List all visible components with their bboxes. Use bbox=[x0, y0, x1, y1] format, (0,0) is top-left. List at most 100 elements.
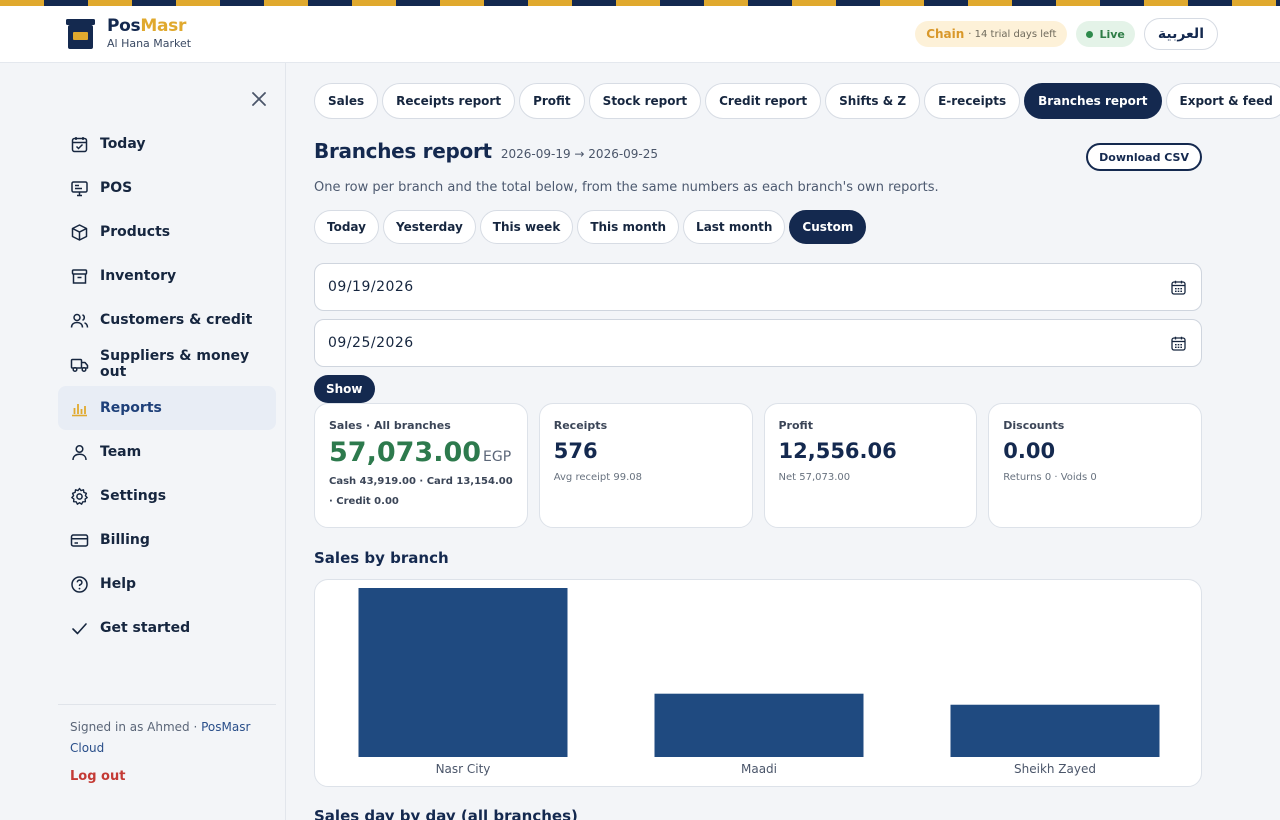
profit-card: Profit 12,556.06 Net 57,073.00 bbox=[763, 403, 978, 528]
sidebar-item-label: Settings bbox=[100, 488, 167, 504]
tab-profit[interactable]: Profit bbox=[519, 83, 585, 119]
tab-e-receipts[interactable]: E-receipts bbox=[924, 83, 1021, 119]
language-toggle-button[interactable]: العربية bbox=[1143, 18, 1218, 50]
tab-credit-report[interactable]: Credit report bbox=[705, 83, 822, 119]
net-text: Net 57,073.00 bbox=[778, 472, 851, 483]
live-status-badge: Live bbox=[1076, 21, 1135, 47]
user-icon bbox=[72, 444, 87, 460]
truck-icon bbox=[70, 358, 89, 372]
payment-breakdown: Cash 43,919.00 · Card 13,154.00 · Credit… bbox=[329, 476, 513, 507]
sidebar-item-billing[interactable]: Billing bbox=[58, 518, 276, 562]
calendar-icon[interactable] bbox=[1171, 336, 1186, 351]
sidebar-item-inventory[interactable]: Inventory bbox=[58, 254, 276, 298]
date-to-input[interactable]: 09/25/2026 bbox=[314, 319, 1202, 367]
card-label: Sales · All branches bbox=[329, 419, 451, 432]
show-button[interactable]: Show bbox=[314, 375, 375, 403]
period-yesterday[interactable]: Yesterday bbox=[382, 210, 476, 244]
period-this-week[interactable]: This week bbox=[479, 210, 574, 244]
tab-shifts-and-z[interactable]: Shifts & Z bbox=[825, 83, 921, 119]
plan-badge: Chain · 14 trial days left bbox=[915, 21, 1068, 47]
sidebar-item-reports[interactable]: Reports bbox=[58, 386, 276, 430]
status-dot-icon bbox=[1086, 30, 1094, 38]
tab-branches-report[interactable]: Branches report bbox=[1024, 83, 1162, 119]
sidebar-item-label: Help bbox=[100, 576, 137, 592]
date-to-value: 09/25/2026 bbox=[328, 335, 414, 351]
bar-chart-svg: Nasr City Maadi Sheikh Zayed bbox=[358, 588, 1160, 776]
brand-name: PosMasr bbox=[107, 16, 187, 36]
check-icon bbox=[72, 622, 87, 634]
sidebar: Today POS Products Inventory Customers & cre… bbox=[0, 63, 286, 820]
signed-in-text: Signed in as Ahmed · PosMasr Cloud bbox=[70, 720, 251, 755]
discounts-card: Discounts 0.00 Returns 0 · Voids 0 bbox=[988, 403, 1202, 528]
archive-icon bbox=[71, 268, 88, 284]
sidebar-item-get-started[interactable]: Get started bbox=[58, 606, 276, 650]
sidebar-item-label: Inventory bbox=[100, 268, 177, 284]
sidebar-item-label: Reports bbox=[100, 400, 162, 416]
tab-export-and-feed[interactable]: Export & feed bbox=[1165, 83, 1280, 119]
calendar-check-icon bbox=[71, 136, 88, 152]
sidebar-nav: Today POS Products Inventory Customers & cre… bbox=[58, 122, 276, 650]
sales-card: Sales · All branches 57,073.00 EGP Cash 4… bbox=[314, 403, 528, 528]
tab-receipts-report[interactable]: Receipts report bbox=[382, 83, 516, 119]
sidebar-item-label: Today bbox=[100, 136, 146, 152]
bar-sheikh-zayed bbox=[950, 704, 1160, 757]
tab-sales[interactable]: Sales bbox=[314, 83, 379, 119]
app-header: PosMasr Al Hana Market Chain · 14 trial d… bbox=[0, 6, 1280, 63]
avg-receipt-text: Avg receipt 99.08 bbox=[553, 472, 642, 483]
page-subtitle: One row per branch and the total below, … bbox=[314, 180, 939, 195]
period-selector: Today Yesterday This week This month Last mo… bbox=[314, 210, 867, 244]
sidebar-item-label: Products bbox=[100, 224, 171, 240]
download-csv-button[interactable]: Download CSV bbox=[1086, 143, 1202, 171]
sales-day-by-day-title: Sales day by day (all branches) bbox=[314, 807, 578, 820]
sidebar-item-customers-and-credit[interactable]: Customers & credit bbox=[58, 298, 276, 342]
date-from-input[interactable]: 09/19/2026 bbox=[314, 263, 1202, 311]
x-tick-label: Sheikh Zayed bbox=[1014, 762, 1096, 776]
card-label: Discounts bbox=[1003, 419, 1065, 432]
x-tick-label: Nasr City bbox=[436, 762, 491, 776]
close-sidebar-icon[interactable] bbox=[250, 90, 268, 108]
users-icon bbox=[70, 313, 89, 328]
sidebar-item-label: POS bbox=[100, 180, 133, 196]
sidebar-item-today[interactable]: Today bbox=[58, 122, 276, 166]
bar-chart-icon bbox=[72, 403, 87, 416]
returns-voids-text: Returns 0 · Voids 0 bbox=[1003, 472, 1097, 483]
currency-label: EGP bbox=[483, 449, 512, 465]
brand-logo[interactable]: PosMasr Al Hana Market bbox=[66, 18, 191, 49]
calendar-icon[interactable] bbox=[1171, 280, 1186, 295]
date-range-text: 2026-09-19 → 2026-09-25 bbox=[500, 147, 659, 161]
sidebar-item-products[interactable]: Products bbox=[58, 210, 276, 254]
sidebar-item-label: Suppliers & money out bbox=[100, 348, 250, 380]
sidebar-item-label: Customers & credit bbox=[100, 312, 253, 328]
sidebar-item-settings[interactable]: Settings bbox=[58, 474, 276, 518]
kpi-cards: Sales · All branches 57,073.00 EGP Cash 4… bbox=[314, 403, 1202, 528]
sidebar-item-help[interactable]: Help bbox=[58, 562, 276, 606]
sidebar-item-label: Billing bbox=[100, 532, 150, 548]
sidebar-divider bbox=[58, 704, 276, 705]
logout-link[interactable]: Log out bbox=[70, 769, 125, 784]
period-last-month[interactable]: Last month bbox=[683, 210, 786, 244]
sidebar-item-label: Team bbox=[100, 444, 142, 460]
sales-by-branch-title: Sales by branch bbox=[314, 549, 449, 567]
page-title: Branches report bbox=[314, 139, 492, 163]
sidebar-item-team[interactable]: Team bbox=[58, 430, 276, 474]
period-today[interactable]: Today bbox=[314, 210, 379, 244]
period-custom[interactable]: Custom bbox=[789, 210, 867, 244]
sales-by-branch-chart: Nasr City Maadi Sheikh Zayed bbox=[314, 579, 1202, 787]
bar-nasr-city bbox=[358, 588, 568, 757]
box-icon bbox=[71, 223, 88, 241]
sidebar-item-suppliers-and-money-out[interactable]: Suppliers & money out bbox=[58, 342, 276, 386]
card-label: Receipts bbox=[553, 419, 608, 432]
date-from-value: 09/19/2026 bbox=[328, 279, 414, 295]
period-this-month[interactable]: This month bbox=[577, 210, 680, 244]
credit-card-icon bbox=[70, 533, 89, 547]
tab-stock-report[interactable]: Stock report bbox=[588, 83, 702, 119]
bar-maadi bbox=[654, 693, 864, 757]
receipts-value: 576 bbox=[553, 439, 598, 463]
help-circle-icon bbox=[71, 575, 88, 593]
profit-value: 12,556.06 bbox=[778, 439, 897, 463]
x-tick-label: Maadi bbox=[741, 762, 777, 776]
card-label: Profit bbox=[778, 419, 813, 432]
report-tabs: Sales Receipts report Profit Stock report Cr… bbox=[314, 83, 1280, 119]
sidebar-item-pos[interactable]: POS bbox=[58, 166, 276, 210]
discounts-value: 0.00 bbox=[1003, 439, 1056, 463]
